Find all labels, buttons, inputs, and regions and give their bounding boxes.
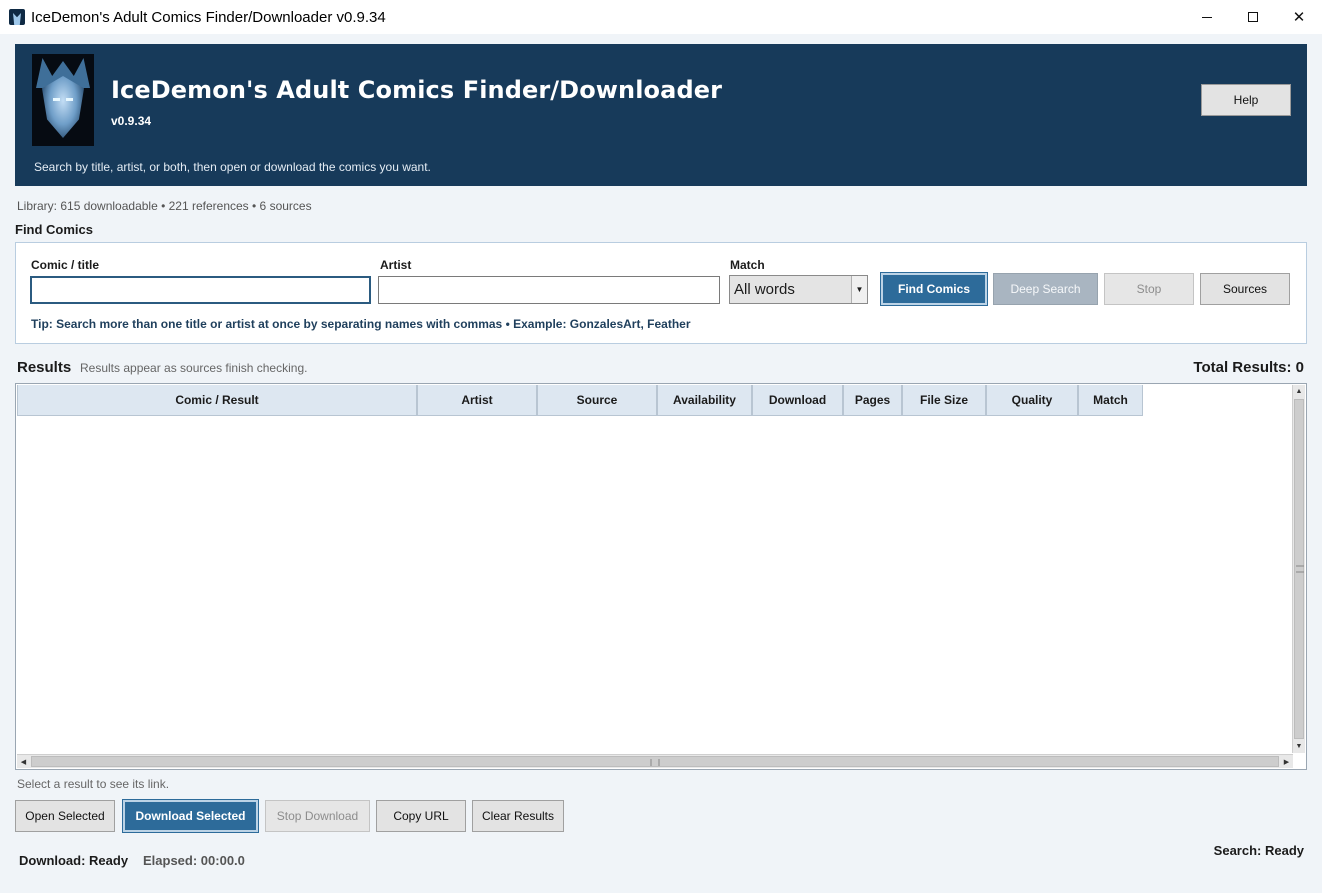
app-version: v0.9.34 [111, 114, 152, 128]
scroll-left-icon[interactable]: ◀ [17, 755, 30, 768]
results-hint: Results appear as sources finish checkin… [80, 361, 308, 375]
download-status: Download: Ready [19, 853, 129, 868]
match-select-value: All words [734, 281, 795, 298]
window-titlebar: IceDemon's Adult Comics Finder/Downloade… [0, 0, 1322, 34]
close-button[interactable]: ✕ [1276, 0, 1322, 34]
match-field-label: Match [730, 258, 765, 272]
scroll-up-icon[interactable]: ▲ [1293, 385, 1305, 398]
window-controls: ✕ [1184, 0, 1322, 34]
maximize-icon [1248, 12, 1258, 22]
column-header-match[interactable]: Match [1078, 385, 1143, 416]
minimize-button[interactable] [1184, 0, 1230, 34]
stop-search-button[interactable]: Stop [1104, 273, 1194, 305]
window-title: IceDemon's Adult Comics Finder/Downloade… [31, 8, 386, 26]
artist-field-label: Artist [380, 258, 412, 272]
copy-url-button[interactable]: Copy URL [376, 800, 466, 832]
search-status: Search: Ready [1213, 843, 1304, 858]
column-header-source[interactable]: Source [537, 385, 657, 416]
sources-button[interactable]: Sources [1200, 273, 1290, 305]
column-header-file-size[interactable]: File Size [902, 385, 986, 416]
minimize-icon [1202, 16, 1212, 18]
artist-input[interactable] [378, 276, 720, 304]
column-header-artist[interactable]: Artist [417, 385, 537, 416]
maximize-button[interactable] [1230, 0, 1276, 34]
horizontal-scroll-thumb[interactable] [31, 756, 1279, 767]
demon-logo [32, 54, 94, 146]
vertical-scroll-thumb[interactable] [1294, 399, 1304, 739]
column-header-availability[interactable]: Availability [657, 385, 752, 416]
column-header-quality[interactable]: Quality [986, 385, 1078, 416]
match-select[interactable]: All words ▼ [729, 275, 868, 304]
selection-hint: Select a result to see its link. [17, 777, 170, 791]
deep-search-button[interactable]: Deep Search [993, 273, 1098, 305]
column-header-download[interactable]: Download [752, 385, 843, 416]
scroll-right-icon[interactable]: ▶ [1280, 755, 1293, 768]
elapsed-time: Elapsed: 00:00.0 [143, 853, 245, 868]
app-subtitle: Search by title, artist, or both, then o… [34, 160, 431, 174]
horizontal-scrollbar[interactable]: ◀ ▶ [17, 754, 1293, 768]
demon-mask-icon [9, 9, 25, 25]
download-selected-button[interactable]: Download Selected [123, 800, 258, 832]
results-table-header: Comic / Result Artist Source Availabilit… [17, 385, 1143, 416]
chevron-down-icon[interactable]: ▼ [851, 276, 867, 303]
find-comics-panel: Comic / title Artist Match All words ▼ F… [15, 242, 1307, 344]
help-button[interactable]: Help [1201, 84, 1291, 116]
library-stats: Library: 615 downloadable • 221 referenc… [17, 199, 312, 213]
vertical-scrollbar[interactable]: ▲ ▼ [1292, 385, 1305, 753]
stop-download-button[interactable]: Stop Download [265, 800, 370, 832]
clear-results-button[interactable]: Clear Results [472, 800, 564, 832]
find-comics-button[interactable]: Find Comics [881, 273, 987, 305]
find-comics-heading: Find Comics [15, 222, 94, 237]
results-table[interactable]: Comic / Result Artist Source Availabilit… [15, 383, 1307, 770]
column-header-pages[interactable]: Pages [843, 385, 902, 416]
scroll-down-icon[interactable]: ▼ [1293, 740, 1305, 753]
title-field-label: Comic / title [31, 258, 100, 272]
search-tip: Tip: Search more than one title or artis… [31, 317, 691, 331]
results-heading: Results [17, 359, 72, 376]
column-header-comic[interactable]: Comic / Result [17, 385, 417, 416]
title-input[interactable] [30, 276, 371, 304]
total-results: Total Results: 0 [1193, 359, 1304, 376]
app-title: IceDemon's Adult Comics Finder/Downloade… [111, 76, 723, 104]
open-selected-button[interactable]: Open Selected [15, 800, 115, 832]
close-icon: ✕ [1292, 9, 1306, 26]
header-banner: IceDemon's Adult Comics Finder/Downloade… [15, 44, 1307, 186]
